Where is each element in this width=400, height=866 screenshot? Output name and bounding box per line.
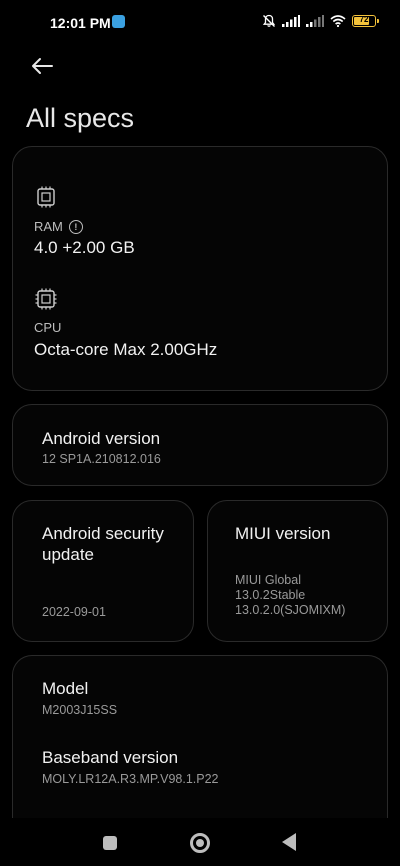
miui-version-line2: 13.0.2Stable xyxy=(235,588,306,602)
cpu-label: CPU xyxy=(34,320,62,335)
battery-level: 72 xyxy=(359,15,369,24)
security-update-label-line1: Android security xyxy=(42,524,164,543)
security-update-value: 2022-09-01 xyxy=(42,605,106,619)
status-time: 12:01 PM xyxy=(50,15,111,31)
android-version-value: 12 SP1A.210812.016 xyxy=(42,452,161,466)
battery-icon: 72 xyxy=(352,15,379,27)
wifi-icon xyxy=(330,15,346,27)
ram-label: RAM! xyxy=(34,219,83,234)
signal-2-icon xyxy=(306,15,324,27)
ram-value: 4.0 +2.00 GB xyxy=(34,238,135,257)
signal-icon xyxy=(282,15,300,27)
security-update-card[interactable]: Android security update 2022-09-01 xyxy=(12,500,194,642)
info-icon[interactable]: ! xyxy=(68,220,83,234)
baseband-label: Baseband version xyxy=(42,748,179,767)
miui-version-label: MIUI version xyxy=(235,524,331,543)
miui-version-line3: 13.0.2.0(SJOMIXM) xyxy=(235,603,346,617)
model-baseband-card: Model M2003J15SS Baseband version MOLY.L… xyxy=(12,655,388,826)
page-title: All specs xyxy=(26,103,135,133)
recents-button[interactable] xyxy=(103,836,117,850)
miui-version-card[interactable]: MIUI version MIUI Global 13.0.2Stable 13… xyxy=(207,500,388,642)
nav-back-button[interactable] xyxy=(282,833,296,851)
miui-version-line1: MIUI Global xyxy=(235,573,301,587)
status-bar: 12:01 PM 72 xyxy=(0,0,400,44)
security-update-label: Android security update xyxy=(42,523,164,565)
back-button[interactable] xyxy=(22,50,62,82)
specs-card: RAM! 4.0 +2.00 GB CPU Octa-core Max 2.00… xyxy=(12,146,388,391)
cpu-value: Octa-core Max 2.00GHz xyxy=(34,340,218,359)
memory-chip-icon xyxy=(37,186,55,208)
ram-label-text: RAM xyxy=(34,219,63,234)
home-button[interactable] xyxy=(190,833,210,853)
status-icons: 72 xyxy=(262,14,379,28)
android-version-card[interactable]: Android version 12 SP1A.210812.016 xyxy=(12,404,388,486)
miui-version-value: MIUI Global 13.0.2Stable 13.0.2.0(SJOMIX… xyxy=(235,573,345,618)
model-label: Model xyxy=(42,679,89,698)
baseband-value: MOLY.LR12A.R3.MP.V98.1.P22 xyxy=(42,772,219,786)
arrow-left-icon xyxy=(32,58,53,74)
notification-app-icon xyxy=(112,15,125,28)
cpu-icon xyxy=(35,288,57,310)
model-value: M2003J15SS xyxy=(42,703,118,717)
android-version-label: Android version xyxy=(42,429,161,448)
security-update-label-line2: update xyxy=(42,545,94,564)
bell-muted-icon xyxy=(262,14,276,27)
